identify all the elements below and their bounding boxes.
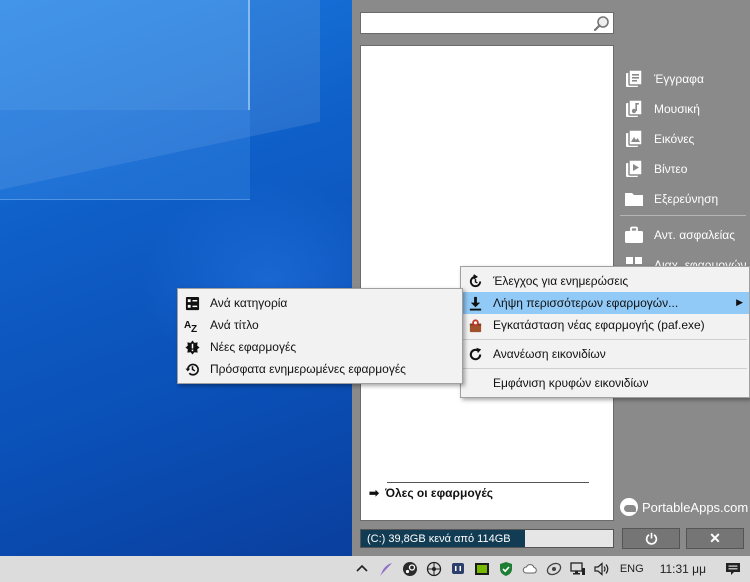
menu-item-label: Λήψη περισσότερων εφαρμογών... (493, 296, 679, 310)
desktop-wallpaper (0, 0, 352, 556)
submenu-arrow-icon: ▶ (736, 297, 743, 307)
show-hidden-icons-chevron[interactable] (350, 556, 374, 582)
menu-item-label: Νέες εφαρμογές (210, 340, 297, 354)
tray-steam[interactable] (398, 556, 422, 582)
submenu-item-new-apps[interactable]: Νέες εφαρμογές (178, 336, 462, 358)
menu-item-label: Έλεγχος για ενημερώσεις (493, 274, 629, 288)
install-package-icon (467, 317, 483, 333)
wallpaper-window-pane (0, 0, 250, 110)
tray-sync[interactable] (542, 556, 566, 582)
menu-item-label: Εγκατάσταση νέας εφαρμογής (paf.exe) (493, 318, 705, 332)
sync-leaf-icon (546, 562, 562, 576)
new-badge-icon (184, 339, 200, 355)
network-hub-icon (426, 561, 441, 577)
drive-space-text: (C:) 39,8GB κενά από 114GB (367, 533, 511, 545)
video-icon (626, 159, 643, 177)
svg-text:Z: Z (191, 324, 197, 333)
drive-space-bar: (C:) 39,8GB κενά από 114GB (360, 529, 614, 548)
tray-network[interactable] (566, 556, 590, 582)
sort-az-icon: AZ (184, 317, 200, 333)
link-documents[interactable]: Έγγραφα (622, 64, 750, 94)
link-documents-label: Έγγραφα (654, 72, 704, 86)
link-music[interactable]: Μουσική (622, 94, 750, 124)
submenu-item-recently-updated[interactable]: Πρόσφατα ενημερωμένες εφαρμογές (178, 358, 462, 380)
folder-links: Έγγραφα Μουσική Εικόνες Βίντεο Εξερεύνησ… (622, 64, 750, 214)
power-button[interactable] (622, 528, 680, 549)
chevron-up-icon (356, 564, 368, 572)
clock[interactable]: 11:31 μμ (650, 562, 716, 576)
submenu-item-by-category[interactable]: Ανά κατηγορία (178, 292, 462, 314)
system-tray: ENG 11:31 μμ (350, 556, 750, 582)
steam-icon (402, 562, 417, 576)
link-video[interactable]: Βίντεο (622, 154, 750, 184)
search-input[interactable] (361, 13, 586, 33)
link-backup-label: Αντ. ασφαλείας (654, 228, 735, 242)
link-video-label: Βίντεο (654, 162, 688, 176)
get-more-apps-submenu: Ανά κατηγορία AZ Ανά τίτλο Νέες εφαρμογέ… (177, 288, 463, 384)
tray-nvidia[interactable] (470, 556, 494, 582)
action-center-button[interactable] (716, 556, 750, 582)
category-icon (184, 295, 200, 311)
feather-icon (379, 563, 392, 576)
tray-volume[interactable] (590, 556, 614, 582)
options-context-menu: Έλεγχος για ενημερώσεις Λήψη περισσότερω… (460, 266, 750, 398)
link-pictures-label: Εικόνες (654, 132, 695, 146)
link-pictures[interactable]: Εικόνες (622, 124, 750, 154)
download-icon (467, 295, 483, 311)
taskbar: ENG 11:31 μμ (0, 556, 750, 582)
menu-item-label: Πρόσφατα ενημερωμένες εφαρμογές (210, 362, 406, 376)
all-apps-divider (387, 482, 589, 483)
menu-item-label: Εμφάνιση κρυφών εικονιδίων (493, 376, 649, 390)
volume-icon (594, 562, 609, 576)
link-backup[interactable]: Αντ. ασφαλείας (622, 220, 750, 250)
tray-feather-app[interactable] (374, 556, 398, 582)
update-check-icon (467, 273, 483, 289)
history-icon (184, 361, 200, 377)
close-button[interactable]: ✕ (686, 528, 744, 549)
menu-item-label: Ανανέωση εικονιδίων (493, 347, 606, 361)
notification-icon (726, 563, 740, 575)
network-icon (570, 562, 585, 575)
menu-item-install-new-app[interactable]: Εγκατάσταση νέας εφαρμογής (paf.exe) (461, 314, 749, 336)
link-music-label: Μουσική (654, 102, 700, 116)
menu-separator (463, 368, 747, 369)
pictures-icon (626, 129, 643, 147)
power-icon (645, 532, 657, 545)
tray-security[interactable] (494, 556, 518, 582)
submenu-item-by-title[interactable]: AZ Ανά τίτλο (178, 314, 462, 336)
music-icon (626, 99, 643, 117)
portableapps-brand: PortableApps.com (642, 499, 749, 515)
folder-icon (625, 193, 643, 206)
nvidia-icon (474, 563, 489, 575)
portableapps-logo[interactable]: PortableApps.com (620, 498, 748, 516)
shield-icon (499, 562, 512, 576)
messaging-icon (451, 563, 464, 574)
search-icon[interactable] (593, 15, 610, 32)
menu-separator (463, 339, 747, 340)
wallpaper-window-pane-lower (0, 110, 250, 200)
arrow-right-icon: ➡ (369, 486, 380, 500)
briefcase-icon (625, 226, 643, 243)
link-explore[interactable]: Εξερεύνηση (622, 184, 750, 214)
tray-cloud[interactable] (518, 556, 542, 582)
close-icon: ✕ (709, 530, 721, 546)
menu-item-check-updates[interactable]: Έλεγχος για ενημερώσεις (461, 270, 749, 292)
refresh-icon (467, 346, 483, 362)
documents-icon (626, 69, 643, 87)
link-explore-label: Εξερεύνηση (654, 192, 719, 206)
menu-item-label: Ανά τίτλο (210, 318, 259, 332)
menu-item-label: Ανά κατηγορία (210, 296, 288, 310)
all-apps-label: Όλες οι εφαρμογές (385, 486, 493, 500)
menu-item-get-more-apps[interactable]: Λήψη περισσότερων εφαρμογών... ▶ (461, 292, 749, 314)
cloud-icon (522, 564, 537, 574)
all-apps-button[interactable]: ➡ Όλες οι εφαρμογές (369, 486, 493, 500)
tray-network-app[interactable] (422, 556, 446, 582)
menu-item-refresh-icons[interactable]: Ανανέωση εικονιδίων (461, 343, 749, 365)
menu-item-show-hidden-icons[interactable]: Εμφάνιση κρυφών εικονιδίων (461, 372, 749, 394)
language-indicator[interactable]: ENG (614, 563, 650, 575)
tray-messaging-app[interactable] (446, 556, 470, 582)
search-box[interactable] (360, 12, 614, 34)
folder-links-divider (620, 215, 746, 216)
portableapps-logo-icon (620, 498, 638, 516)
